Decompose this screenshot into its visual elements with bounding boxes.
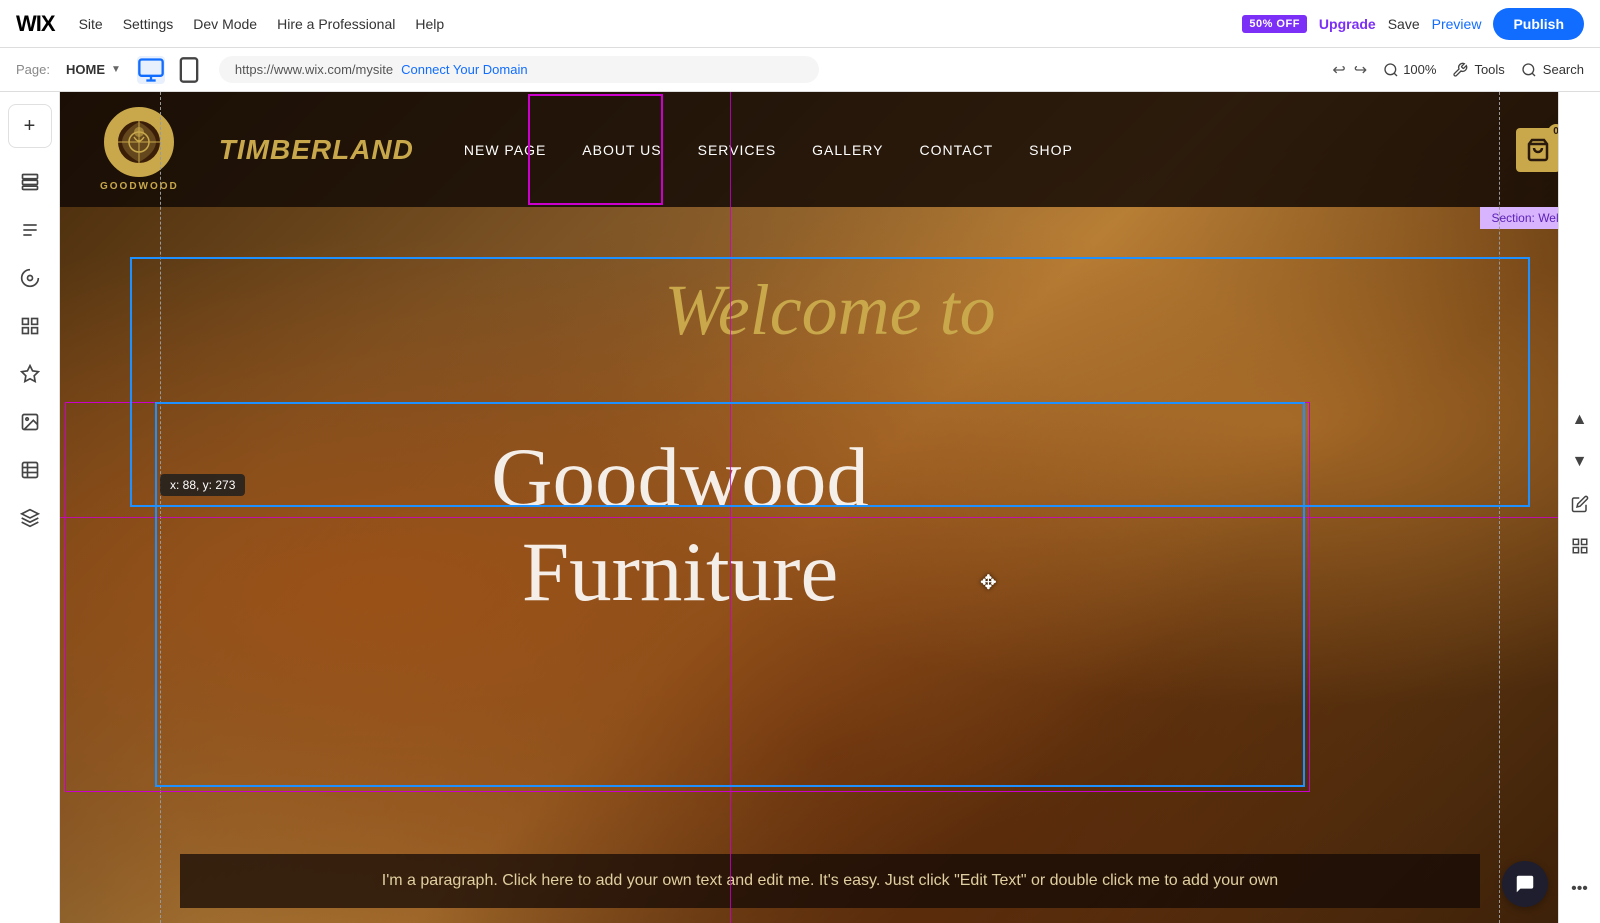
- page-label: Page:: [16, 62, 50, 77]
- left-sidebar: +: [0, 92, 60, 923]
- upgrade-badge: 50% OFF: [1242, 15, 1307, 33]
- nav-services[interactable]: SERVICES: [698, 142, 777, 158]
- dashed-right-guide: [1499, 92, 1500, 923]
- url-bar[interactable]: https://www.wix.com/mysite Connect Your …: [219, 56, 819, 83]
- plugins-icon[interactable]: [8, 352, 52, 396]
- search-button[interactable]: Search: [1521, 62, 1584, 78]
- upgrade-link[interactable]: Upgrade: [1319, 16, 1376, 32]
- top-bar: WIX Site Settings Dev Mode Hire a Profes…: [0, 0, 1600, 48]
- more-options-icon[interactable]: •••: [1562, 871, 1598, 907]
- grid-icon[interactable]: [1562, 528, 1598, 564]
- dashed-left-guide: [160, 92, 161, 923]
- site-logo-text: GOODWOOD: [100, 181, 179, 192]
- tools-label: Tools: [1474, 62, 1504, 77]
- scroll-down-icon[interactable]: ▼: [1562, 444, 1598, 480]
- nav-new-page[interactable]: New Page: [464, 142, 546, 158]
- table-icon[interactable]: [8, 448, 52, 492]
- search-label: Search: [1543, 62, 1584, 77]
- top-bar-nav: Site Settings Dev Mode Hire a Profession…: [79, 16, 445, 32]
- chevron-down-icon: ▼: [111, 64, 121, 75]
- chat-bubble[interactable]: [1502, 861, 1548, 907]
- desktop-icon[interactable]: [137, 56, 165, 84]
- canvas-area[interactable]: GOODWOOD TIMBERLAND New Page ABOUT US SE…: [60, 92, 1600, 923]
- media-icon[interactable]: [8, 400, 52, 444]
- hero-main-text[interactable]: Goodwood Furniture: [60, 432, 1300, 619]
- undo-redo: ↩ ↪: [1332, 60, 1367, 80]
- coord-tooltip: x: 88, y: 273: [160, 474, 245, 496]
- redo-icon[interactable]: ↪: [1354, 60, 1367, 80]
- nav-gallery[interactable]: GALLERY: [812, 142, 883, 158]
- zoom-control[interactable]: 100%: [1383, 62, 1436, 78]
- nav-help[interactable]: Help: [415, 16, 444, 32]
- scroll-up-icon[interactable]: ▲: [1562, 402, 1598, 438]
- nav-shop[interactable]: Shop: [1029, 142, 1073, 158]
- cart-area[interactable]: 0: [1516, 128, 1560, 172]
- mobile-icon[interactable]: [175, 56, 203, 84]
- text-icon[interactable]: [8, 208, 52, 252]
- nav-devmode[interactable]: Dev Mode: [193, 16, 257, 32]
- hero-paragraph[interactable]: I'm a paragraph. Click here to add your …: [180, 854, 1480, 908]
- hero-welcome-text[interactable]: Welcome to: [60, 267, 1600, 353]
- sections-icon[interactable]: [8, 160, 52, 204]
- wix-logo: WIX: [16, 11, 55, 37]
- layers-icon[interactable]: [8, 496, 52, 540]
- website-preview: GOODWOOD TIMBERLAND New Page ABOUT US SE…: [60, 92, 1600, 923]
- undo-icon[interactable]: ↩: [1332, 60, 1345, 80]
- nav-hire[interactable]: Hire a Professional: [277, 16, 395, 32]
- add-element-button[interactable]: +: [8, 104, 52, 148]
- site-brand: TIMBERLAND: [219, 134, 414, 166]
- zoom-level: 100%: [1403, 62, 1436, 77]
- nav-about-us[interactable]: ABOUT US: [582, 142, 661, 158]
- save-button[interactable]: Save: [1388, 16, 1420, 32]
- connect-domain-link[interactable]: Connect Your Domain: [401, 62, 527, 77]
- page-name: HOME: [66, 62, 105, 77]
- apps-icon[interactable]: [8, 304, 52, 348]
- preview-button[interactable]: Preview: [1432, 16, 1482, 32]
- device-icons: [137, 56, 203, 84]
- site-logo-area: GOODWOOD: [100, 107, 179, 192]
- publish-button[interactable]: Publish: [1493, 8, 1584, 40]
- nav-contact[interactable]: CONTACT: [920, 142, 994, 158]
- url-text: https://www.wix.com/mysite: [235, 62, 393, 77]
- tools-button[interactable]: Tools: [1452, 62, 1504, 78]
- site-nav: New Page ABOUT US SERVICES GALLERY CONTA…: [464, 142, 1516, 158]
- site-header: GOODWOOD TIMBERLAND New Page ABOUT US SE…: [60, 92, 1600, 207]
- nav-settings[interactable]: Settings: [123, 16, 174, 32]
- nav-site[interactable]: Site: [79, 16, 103, 32]
- site-logo: [104, 107, 174, 177]
- page-selector[interactable]: HOME ▼: [66, 62, 121, 77]
- main-area: +: [0, 92, 1600, 923]
- address-bar: Page: HOME ▼ https://www.wix.com/mysite …: [0, 48, 1600, 92]
- top-bar-right: 50% OFF Upgrade Save Preview Publish: [1242, 8, 1584, 40]
- paint-icon[interactable]: [8, 256, 52, 300]
- right-panel: ▲ ▼ •••: [1558, 92, 1600, 923]
- address-bar-right: ↩ ↪ 100% Tools Search: [1332, 60, 1584, 80]
- edit-icon[interactable]: [1562, 486, 1598, 522]
